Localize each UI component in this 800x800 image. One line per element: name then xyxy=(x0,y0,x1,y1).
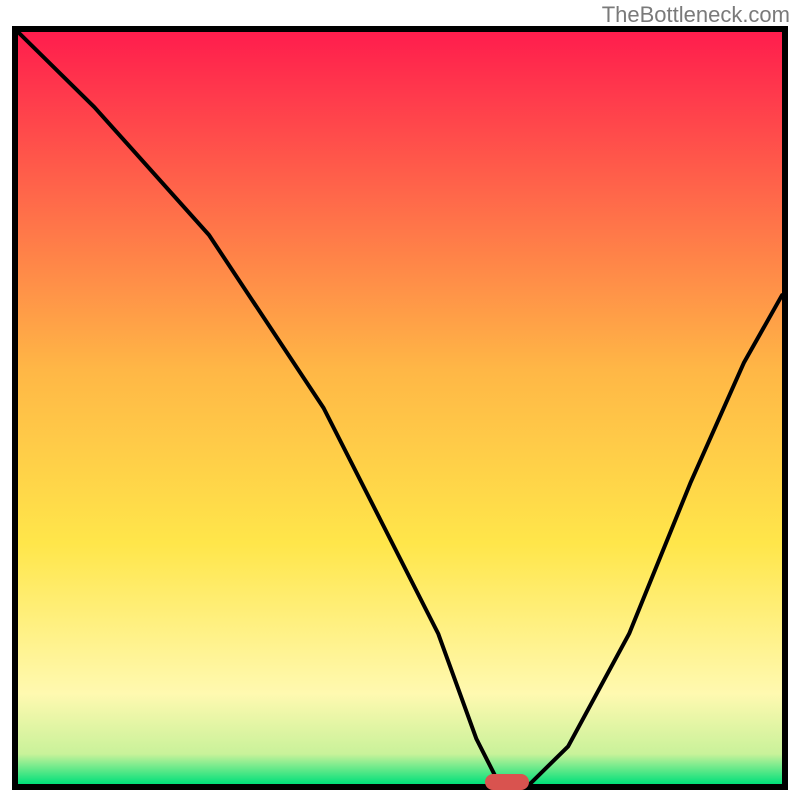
optimal-marker xyxy=(485,774,529,790)
bottleneck-chart xyxy=(12,26,788,790)
watermark-text: TheBottleneck.com xyxy=(602,2,790,28)
plot-background xyxy=(18,32,782,784)
chart-container: TheBottleneck.com xyxy=(0,0,800,800)
